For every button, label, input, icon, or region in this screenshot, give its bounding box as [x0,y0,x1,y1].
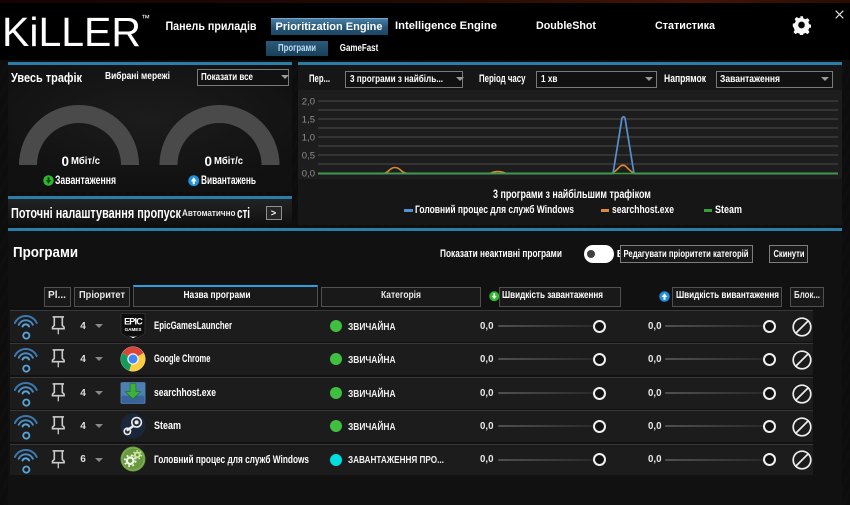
svg-text:GAMES: GAMES [125,327,142,332]
svg-text:EPIC: EPIC [124,316,143,326]
svg-text:2,0: 2,0 [302,97,315,108]
svg-text:1,0: 1,0 [302,133,315,144]
svg-text:0,0: 0,0 [302,169,315,180]
svg-text:0,5: 0,5 [302,151,315,162]
svg-text:1,5: 1,5 [302,115,315,126]
